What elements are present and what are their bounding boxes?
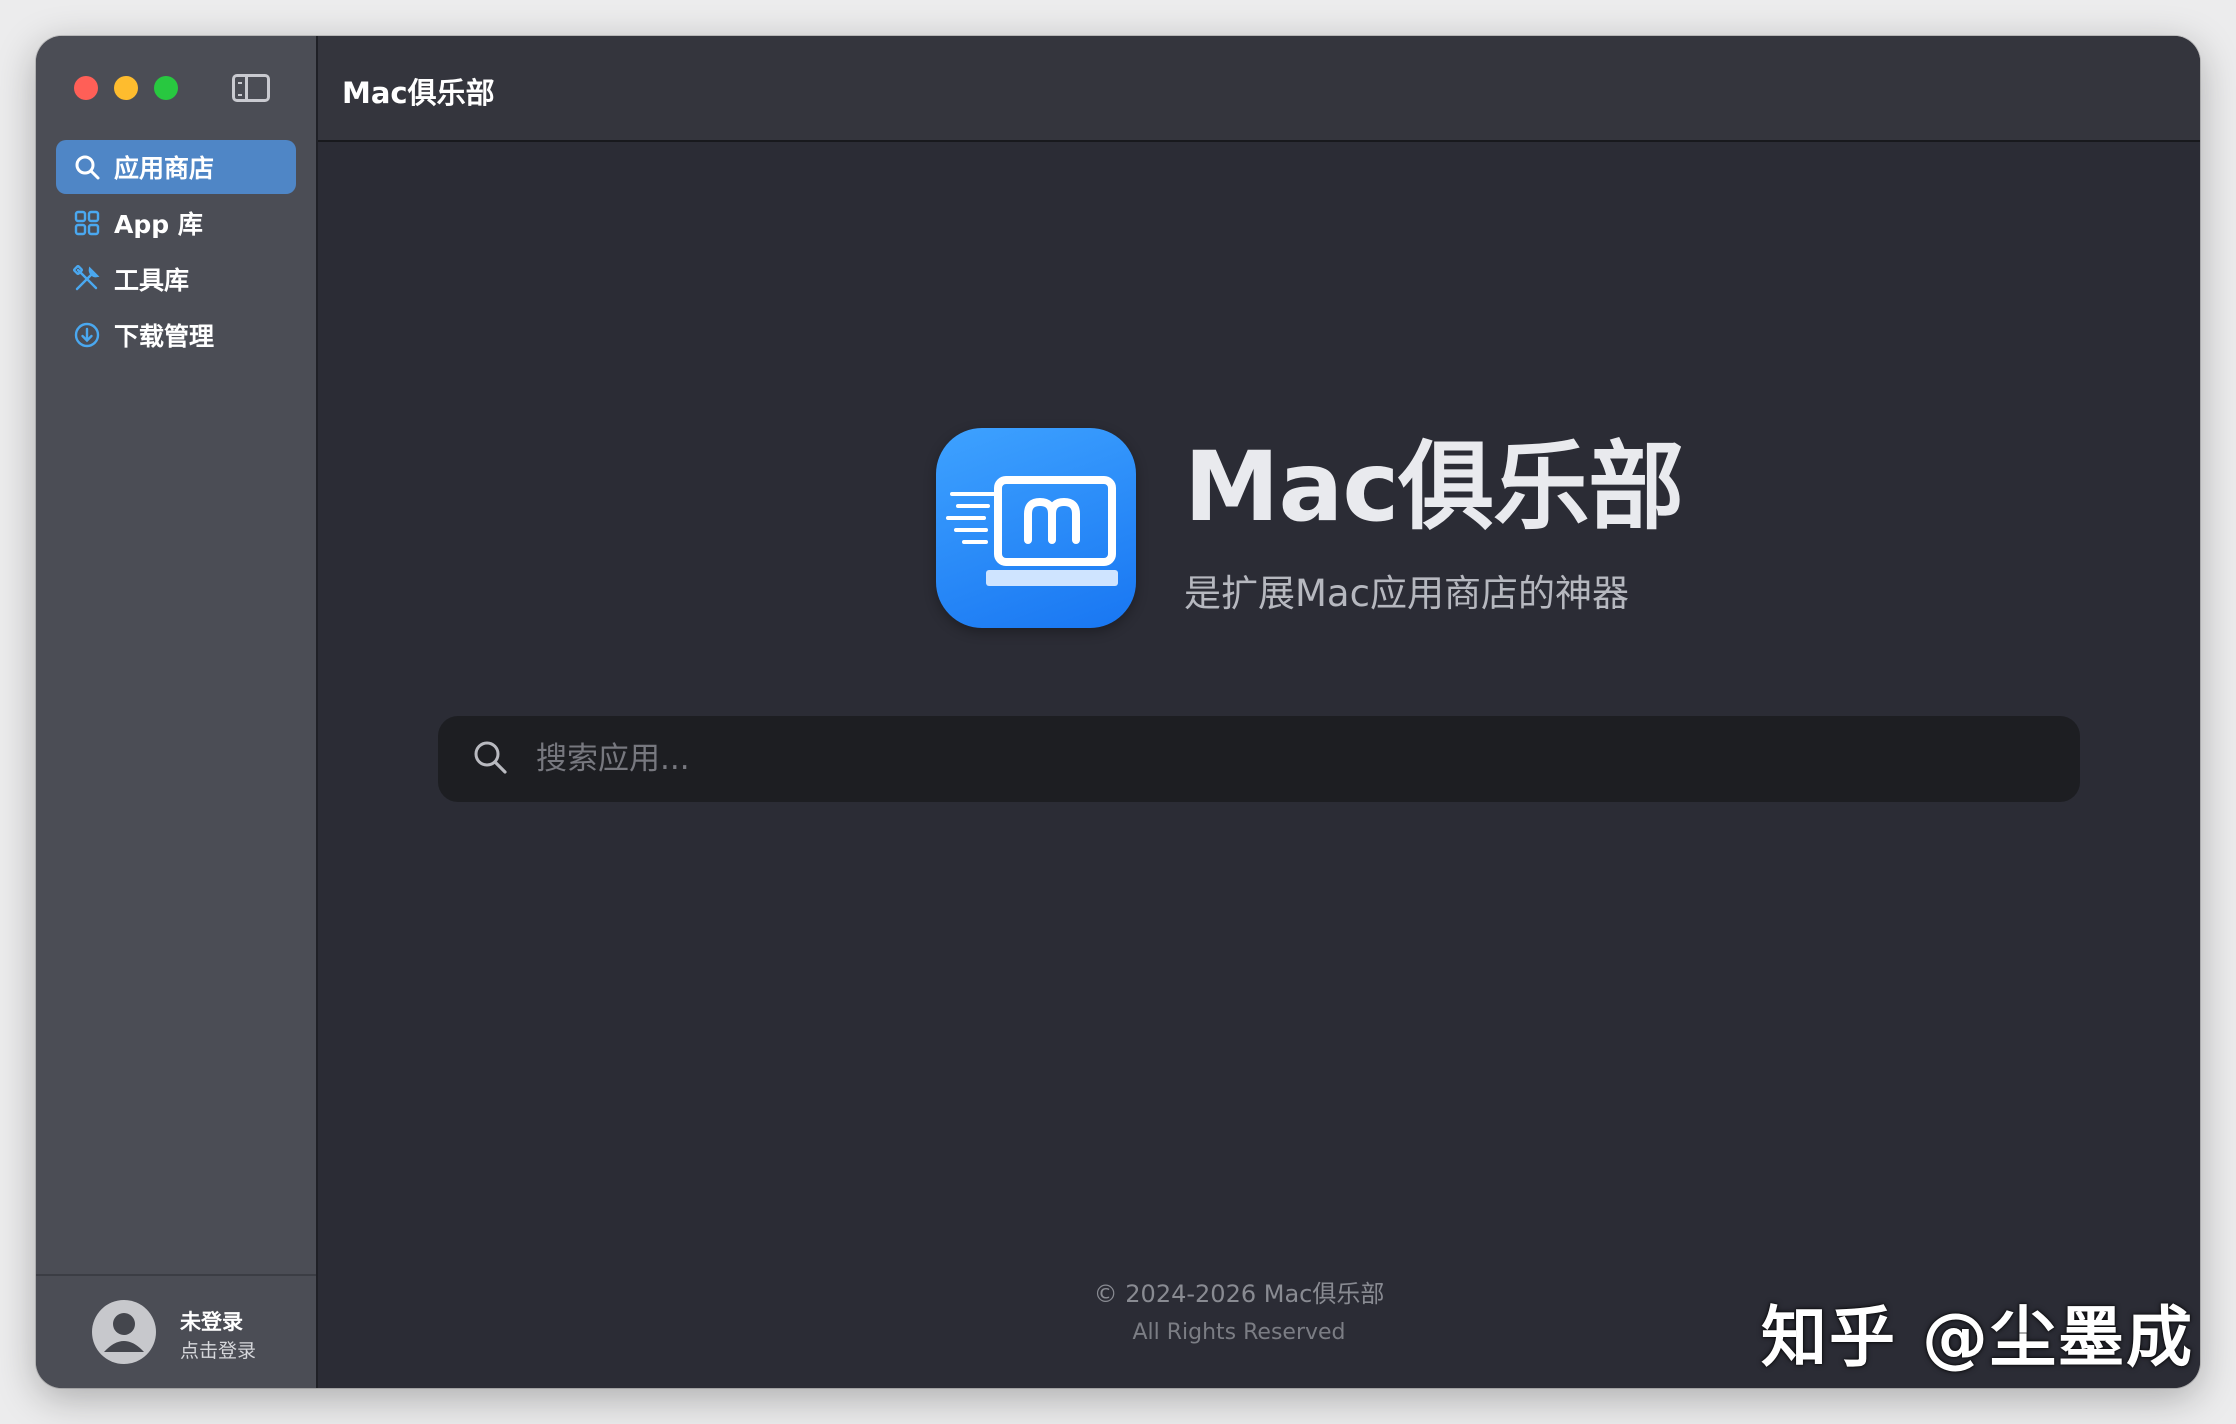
- close-window-button[interactable]: [74, 76, 98, 100]
- sidebar-item-label: 应用商店: [114, 154, 215, 183]
- tools-icon: [72, 264, 102, 294]
- title-bar: Mac俱乐部: [318, 36, 2200, 142]
- search-icon: [72, 152, 102, 182]
- sidebar-item-app-store[interactable]: 应用商店: [56, 140, 296, 194]
- search-input[interactable]: [534, 740, 2080, 778]
- user-status: 未登录: [180, 1310, 243, 1334]
- app-logo-icon: [936, 428, 1136, 628]
- sidebar-toggle-icon[interactable]: [232, 74, 270, 102]
- window-controls: [74, 76, 178, 100]
- sidebar-nav: 应用商店 App 库 工具库 下载管理: [56, 140, 296, 364]
- hero-subtitle: 是扩展Mac应用商店的神器: [1184, 572, 1629, 615]
- sidebar-item-downloads[interactable]: 下载管理: [56, 308, 296, 362]
- app-window: 应用商店 App 库 工具库 下载管理 未登录 点击登录 Mac俱乐部 Mac俱…: [36, 36, 2200, 1388]
- zoom-window-button[interactable]: [154, 76, 178, 100]
- user-section[interactable]: 未登录 点击登录: [36, 1274, 316, 1388]
- avatar[interactable]: [92, 1300, 156, 1364]
- login-link[interactable]: 点击登录: [180, 1336, 256, 1363]
- main-content: Mac俱乐部 Mac俱乐部 是扩展Mac应用商店的神器 搜索应用... © 20…: [318, 36, 2200, 1388]
- sidebar-item-label: App 库: [114, 210, 203, 239]
- watermark: 知乎 @尘墨成: [1761, 1299, 2194, 1376]
- search-bar[interactable]: [438, 716, 2080, 802]
- hero: Mac俱乐部 是扩展Mac应用商店的神器: [936, 428, 1684, 628]
- grid-icon: [72, 208, 102, 238]
- sidebar-item-app-library[interactable]: App 库: [56, 196, 296, 250]
- window-title: Mac俱乐部: [342, 76, 495, 110]
- hero-text: Mac俱乐部 是扩展Mac应用商店的神器: [1184, 431, 1684, 617]
- hero-title: Mac俱乐部: [1184, 431, 1684, 543]
- minimize-window-button[interactable]: [114, 76, 138, 100]
- sidebar-item-tools[interactable]: 工具库: [56, 252, 296, 306]
- sidebar-item-label: 下载管理: [114, 322, 215, 351]
- download-icon: [72, 320, 102, 350]
- search-icon: [470, 737, 510, 781]
- sidebar-item-label: 工具库: [114, 266, 190, 295]
- sidebar: 应用商店 App 库 工具库 下载管理 未登录 点击登录: [36, 36, 318, 1388]
